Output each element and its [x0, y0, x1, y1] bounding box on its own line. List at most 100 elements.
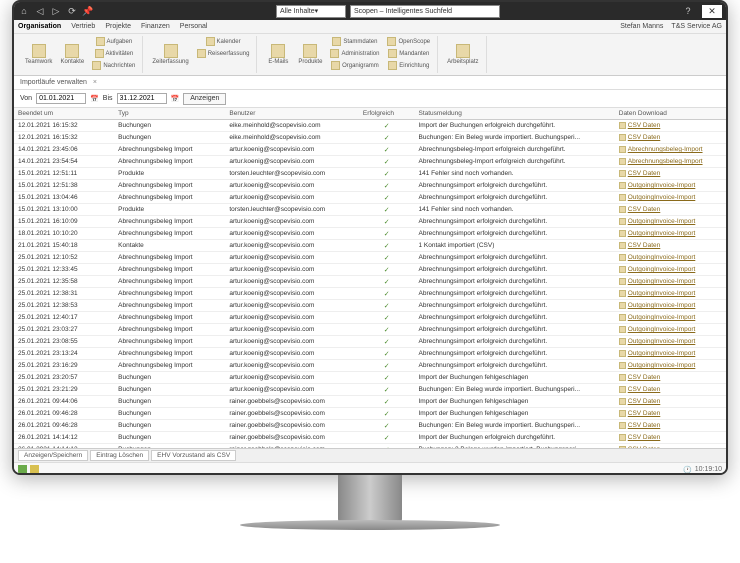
table-row[interactable]: 18.01.2021 10:10:20Abrechnungsbeleg Impo…: [14, 228, 726, 240]
tab-anzeigen[interactable]: Anzeigen/Speichern: [18, 450, 88, 461]
col-download[interactable]: Daten Download: [615, 108, 726, 120]
ribbon-nachrichten[interactable]: Nachrichten: [89, 60, 138, 71]
calendar-icon[interactable]: 📅: [90, 95, 99, 103]
cell-download[interactable]: CSV Daten: [615, 120, 726, 132]
ribbon-aufgaben[interactable]: Aufgaben: [89, 36, 138, 47]
tab-ehv-csv[interactable]: EHV Vorzustand als CSV: [151, 450, 236, 461]
home-icon[interactable]: ⌂: [18, 5, 30, 17]
ribbon-teamwork[interactable]: Teamwork: [22, 36, 55, 73]
cell-download[interactable]: CSV Daten: [615, 204, 726, 216]
ribbon-zeiterfassung[interactable]: Zeiterfassung: [149, 36, 191, 73]
ribbon-emails[interactable]: E-Mails: [263, 36, 293, 73]
cell-download[interactable]: CSV Daten: [615, 396, 726, 408]
ribbon-kalender[interactable]: Kalender: [194, 36, 253, 47]
date-to-input[interactable]: [117, 93, 167, 104]
cell-download[interactable]: OutgoingInvoice-Import: [615, 228, 726, 240]
close-tab-icon[interactable]: ×: [93, 79, 97, 86]
cell-download[interactable]: OutgoingInvoice-Import: [615, 360, 726, 372]
ribbon-openscope[interactable]: OpenScope: [384, 36, 433, 47]
table-row[interactable]: 15.01.2021 13:10:00Produktetorsten.leuch…: [14, 204, 726, 216]
ribbon-arbeitsplatz[interactable]: Arbeitsplatz: [444, 36, 481, 73]
menu-personal[interactable]: Personal: [180, 23, 208, 30]
cell-download[interactable]: OutgoingInvoice-Import: [615, 288, 726, 300]
cell-download[interactable]: CSV Daten: [615, 168, 726, 180]
calendar-icon[interactable]: 📅: [171, 95, 180, 103]
help-icon[interactable]: ?: [682, 5, 694, 17]
cell-download[interactable]: Abrechnungsbeleg-Import: [615, 144, 726, 156]
table-row[interactable]: 25.01.2021 12:33:45Abrechnungsbeleg Impo…: [14, 264, 726, 276]
cell-download[interactable]: OutgoingInvoice-Import: [615, 192, 726, 204]
table-row[interactable]: 26.01.2021 09:46:28Buchungenrainer.goebb…: [14, 408, 726, 420]
col-benutzer[interactable]: Benutzer: [225, 108, 359, 120]
ribbon-stammdaten[interactable]: Stammdaten: [327, 36, 382, 47]
forward-icon[interactable]: ▷: [50, 5, 62, 17]
col-beendet[interactable]: Beendet um: [14, 108, 114, 120]
search-scope[interactable]: Alle Inhalte ▾: [276, 5, 346, 18]
table-row[interactable]: 26.01.2021 14:14:12Buchungenrainer.goebb…: [14, 432, 726, 444]
table-row[interactable]: 25.01.2021 12:38:31Abrechnungsbeleg Impo…: [14, 288, 726, 300]
show-button[interactable]: Anzeigen: [183, 93, 226, 105]
date-from-input[interactable]: [36, 93, 86, 104]
col-statusmeldung[interactable]: Statusmeldung: [415, 108, 615, 120]
ribbon-kontakte[interactable]: Kontakte: [57, 36, 87, 73]
cell-download[interactable]: CSV Daten: [615, 240, 726, 252]
table-row[interactable]: 15.01.2021 13:04:46Abrechnungsbeleg Impo…: [14, 192, 726, 204]
table-row[interactable]: 15.01.2021 12:51:11Produktetorsten.leuch…: [14, 168, 726, 180]
table-row[interactable]: 14.01.2021 23:54:54Abrechnungsbeleg Impo…: [14, 156, 726, 168]
table-row[interactable]: 25.01.2021 12:10:52Abrechnungsbeleg Impo…: [14, 252, 726, 264]
cell-download[interactable]: OutgoingInvoice-Import: [615, 348, 726, 360]
table-row[interactable]: 26.01.2021 09:46:28Buchungenrainer.goebb…: [14, 420, 726, 432]
cell-download[interactable]: CSV Daten: [615, 372, 726, 384]
table-row[interactable]: 15.01.2021 12:51:38Abrechnungsbeleg Impo…: [14, 180, 726, 192]
ribbon-einrichtung[interactable]: Einrichtung: [384, 60, 433, 71]
cell-download[interactable]: CSV Daten: [615, 420, 726, 432]
table-row[interactable]: 25.01.2021 23:13:24Abrechnungsbeleg Impo…: [14, 348, 726, 360]
pin-icon[interactable]: 📌: [82, 5, 94, 17]
import-table[interactable]: Beendet um Typ Benutzer Erfolgreich Stat…: [14, 108, 726, 448]
col-erfolgreich[interactable]: Erfolgreich: [359, 108, 415, 120]
menu-organisation[interactable]: Organisation: [18, 23, 61, 30]
table-row[interactable]: 12.01.2021 16:15:32Buchungeneike.meinhol…: [14, 132, 726, 144]
table-row[interactable]: 25.01.2021 12:38:53Abrechnungsbeleg Impo…: [14, 300, 726, 312]
table-row[interactable]: 25.01.2021 12:40:17Abrechnungsbeleg Impo…: [14, 312, 726, 324]
cell-download[interactable]: OutgoingInvoice-Import: [615, 324, 726, 336]
table-row[interactable]: 25.01.2021 23:20:57Buchungenartur.koenig…: [14, 372, 726, 384]
table-row[interactable]: 14.01.2021 23:45:06Abrechnungsbeleg Impo…: [14, 144, 726, 156]
table-row[interactable]: 12.01.2021 16:15:32Buchungeneike.meinhol…: [14, 120, 726, 132]
table-row[interactable]: 25.01.2021 23:21:29Buchungenartur.koenig…: [14, 384, 726, 396]
user-name[interactable]: Stefan Manns: [620, 23, 663, 30]
refresh-icon[interactable]: ⟳: [66, 5, 78, 17]
cell-download[interactable]: CSV Daten: [615, 408, 726, 420]
table-row[interactable]: 25.01.2021 12:35:58Abrechnungsbeleg Impo…: [14, 276, 726, 288]
cell-download[interactable]: OutgoingInvoice-Import: [615, 312, 726, 324]
cell-download[interactable]: OutgoingInvoice-Import: [615, 180, 726, 192]
cell-download[interactable]: OutgoingInvoice-Import: [615, 300, 726, 312]
cell-download[interactable]: OutgoingInvoice-Import: [615, 264, 726, 276]
col-typ[interactable]: Typ: [114, 108, 225, 120]
table-row[interactable]: 25.01.2021 23:03:27Abrechnungsbeleg Impo…: [14, 324, 726, 336]
cell-download[interactable]: CSV Daten: [615, 432, 726, 444]
close-button[interactable]: ✕: [702, 5, 722, 18]
table-row[interactable]: 25.01.2021 23:08:55Abrechnungsbeleg Impo…: [14, 336, 726, 348]
cell-download[interactable]: OutgoingInvoice-Import: [615, 216, 726, 228]
table-row[interactable]: 21.01.2021 15:40:18Kontakteartur.koenig@…: [14, 240, 726, 252]
cell-download[interactable]: CSV Daten: [615, 132, 726, 144]
back-icon[interactable]: ◁: [34, 5, 46, 17]
menu-finanzen[interactable]: Finanzen: [141, 23, 170, 30]
cell-download[interactable]: OutgoingInvoice-Import: [615, 336, 726, 348]
org-name[interactable]: T&S Service AG: [671, 23, 722, 30]
cell-download[interactable]: CSV Daten: [615, 384, 726, 396]
ribbon-administration[interactable]: Administration: [327, 48, 382, 59]
table-row[interactable]: 15.01.2021 16:10:09Abrechnungsbeleg Impo…: [14, 216, 726, 228]
cell-download[interactable]: Abrechnungsbeleg-Import: [615, 156, 726, 168]
ribbon-aktivitaeten[interactable]: Aktivitäten: [89, 48, 138, 59]
menu-projekte[interactable]: Projekte: [105, 23, 131, 30]
ribbon-produkte[interactable]: Produkte: [295, 36, 325, 73]
ribbon-mandanten[interactable]: Mandanten: [384, 48, 433, 59]
ribbon-reiseerfassung[interactable]: Reiseerfassung: [194, 48, 253, 59]
cell-download[interactable]: OutgoingInvoice-Import: [615, 276, 726, 288]
tab-loeschen[interactable]: Eintrag Löschen: [90, 450, 149, 461]
table-row[interactable]: 26.01.2021 09:44:06Buchungenrainer.goebb…: [14, 396, 726, 408]
search-input[interactable]: Scopen – Intelligentes Suchfeld: [350, 5, 500, 18]
menu-vertrieb[interactable]: Vertrieb: [71, 23, 95, 30]
